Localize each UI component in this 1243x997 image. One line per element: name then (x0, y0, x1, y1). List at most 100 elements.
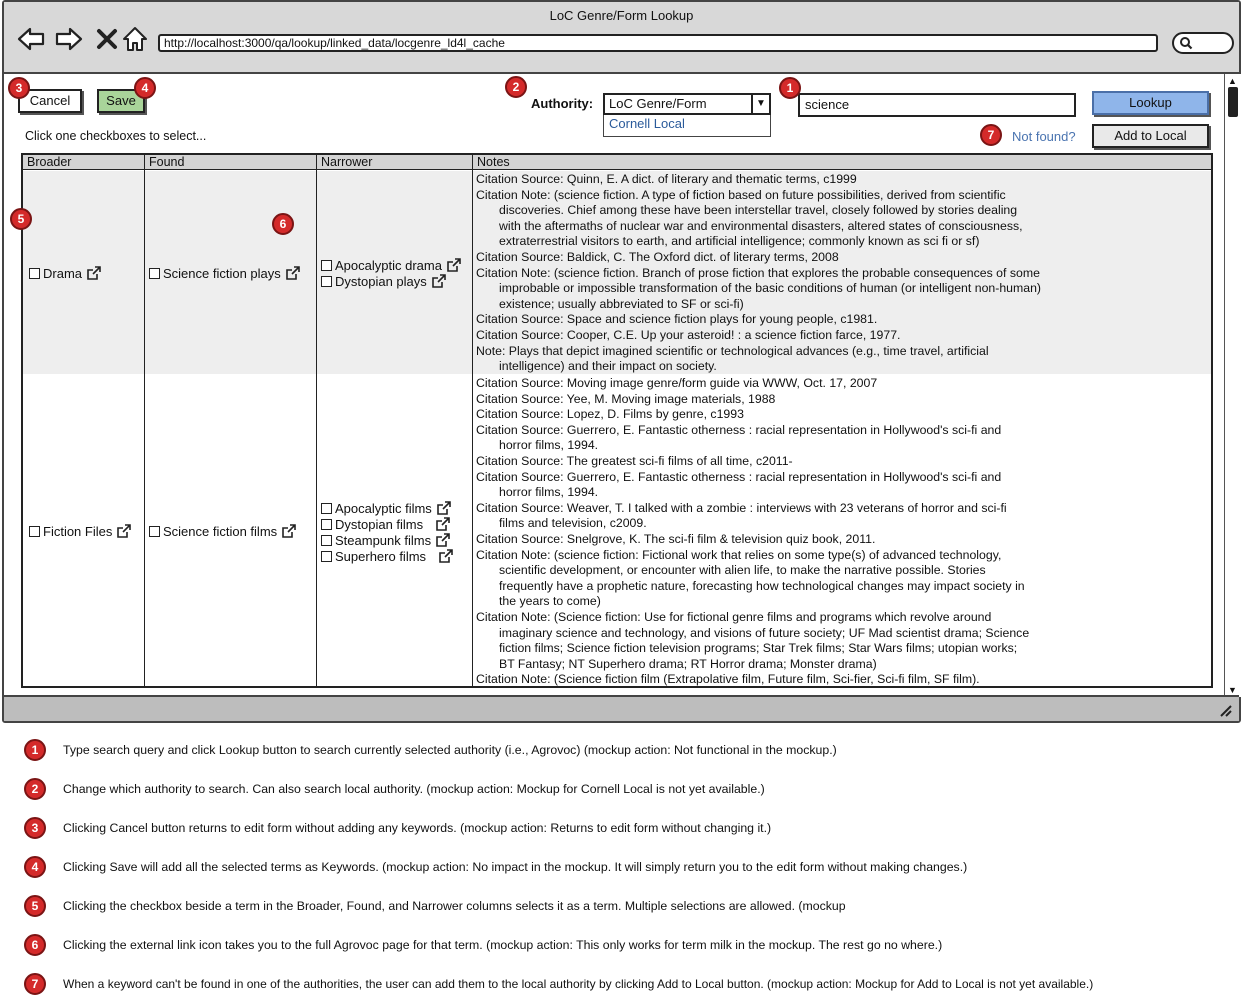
scroll-up-icon[interactable]: ▲ (1228, 76, 1237, 86)
note-line: fiction films; Science fiction televisio… (499, 641, 1018, 656)
legend-item: 1 Type search query and click Lookup but… (24, 738, 837, 762)
term-label: Dystopian films (335, 516, 424, 532)
note-line: Citation Source: Guerrero, E. Fantastic … (476, 469, 1002, 484)
add-to-local-button[interactable]: Add to Local (1092, 124, 1209, 148)
scroll-down-icon[interactable]: ▼ (1228, 685, 1237, 695)
external-link-icon[interactable] (446, 257, 462, 273)
note-line: Citation Source: Lopez, D. Films by genr… (476, 407, 744, 422)
scrollbar-thumb[interactable] (1228, 87, 1238, 117)
note-line: BT Fantasy; NT Superhero drama; RT Horro… (499, 656, 877, 671)
instruction-text: Click one checkboxes to select... (25, 129, 207, 143)
note-line: discoveries. Chief among these have been… (499, 203, 1018, 218)
external-link-icon[interactable] (86, 265, 102, 281)
external-link-icon[interactable] (285, 265, 301, 281)
window-title: LoC Genre/Form Lookup (549, 8, 694, 23)
legend-badge: 4 (24, 856, 46, 878)
checkbox[interactable] (149, 525, 160, 537)
external-link-icon[interactable] (431, 273, 447, 289)
note-line: extraterrestrial visitors to earth, and … (499, 234, 980, 249)
external-link-icon[interactable] (436, 500, 452, 516)
browser-window: LoC Genre/Form Lookup http://localhost:3… (2, 0, 1241, 723)
annotation-badge-7: 7 (980, 124, 1002, 146)
narrower-term[interactable]: Apocalyptic drama (321, 257, 462, 273)
narrower-term[interactable]: Steampunk films (321, 532, 451, 548)
broader-term[interactable]: Fiction Files (29, 523, 132, 539)
term-label: Dystopian plays (335, 273, 427, 289)
note-line: Citation Source: Weaver, T. I talked wit… (476, 500, 1007, 515)
checkbox[interactable] (321, 534, 332, 546)
note-line: Citation Note: (Science fiction: Use for… (476, 609, 992, 624)
column-header-found: Found (145, 155, 316, 170)
external-link-icon[interactable] (435, 516, 451, 532)
term-label: Steampunk films (335, 532, 432, 548)
annotation-badge-6: 6 (272, 213, 294, 235)
note-line: Citation Source: Space and science ficti… (476, 312, 878, 327)
note-line: existence; usually abbreviated to SF or … (499, 296, 744, 311)
term-label: Apocalyptic drama (335, 257, 442, 273)
legend-text: Type search query and click Lookup butto… (63, 743, 837, 757)
note-line: Citation Note: (science fiction. Branch … (476, 265, 1040, 280)
browser-search-field[interactable] (1172, 32, 1234, 54)
note-line: Citation Source: Moving image genre/form… (476, 376, 878, 390)
found-term[interactable]: Science fiction films (149, 523, 297, 539)
annotation-badge-1: 1 (779, 77, 801, 99)
legend-badge: 5 (24, 895, 46, 917)
external-link-icon[interactable] (116, 523, 132, 539)
column-header-narrower: Narrower (317, 155, 472, 170)
search-input[interactable]: science (798, 93, 1076, 117)
legend-text: Change which authority to search. Can al… (63, 782, 765, 796)
narrower-term[interactable]: Dystopian plays (321, 273, 447, 289)
legend-item: 7 When a keyword can't be found in one o… (24, 972, 1093, 996)
note-line: frequently have a prophetic nature, fore… (499, 578, 1025, 593)
term-label: Superhero films (335, 548, 427, 564)
term-label: Drama (43, 265, 83, 281)
authority-select[interactable]: LoC Genre/Form ▼ (603, 93, 771, 115)
external-link-icon[interactable] (435, 532, 451, 548)
legend-text: Clicking Save will add all the selected … (63, 860, 968, 874)
checkbox[interactable] (29, 267, 40, 279)
checkbox[interactable] (149, 267, 160, 279)
column-divider (472, 155, 473, 686)
home-icon[interactable] (120, 24, 150, 54)
note-line: Citation Note: (Science fiction film (Ex… (476, 672, 980, 687)
back-icon[interactable] (16, 24, 46, 54)
resize-grip-icon[interactable] (1217, 702, 1233, 718)
note-line: Citation Source: Baldick, C. The Oxford … (476, 249, 839, 264)
column-divider (316, 155, 317, 686)
checkbox[interactable] (321, 502, 332, 514)
note-line: Citation Source: Cooper, C.E. Up your as… (476, 327, 901, 342)
narrower-term[interactable]: Superhero films (321, 548, 454, 564)
legend-text: Clicking Cancel button returns to edit f… (63, 821, 772, 835)
authority-option-cornell-local[interactable]: Cornell Local (603, 115, 771, 137)
note-line: Note: Plays that depict imagined scienti… (476, 343, 989, 358)
annotation-badge-2: 2 (505, 76, 527, 98)
annotation-badge-4: 4 (134, 77, 156, 99)
annotation-badge-5: 5 (10, 208, 32, 230)
note-line: intelligence) and their impact on societ… (499, 359, 717, 374)
authority-selected-value: LoC Genre/Form (609, 96, 707, 111)
checkbox[interactable] (321, 275, 332, 287)
note-line: scientific development, or encounter wit… (499, 563, 986, 578)
checkbox[interactable] (321, 518, 332, 530)
checkbox[interactable] (29, 525, 40, 537)
notes-cell: Citation Source: Moving image genre/form… (476, 376, 1211, 687)
vertical-scrollbar[interactable]: ▲ ▼ (1224, 74, 1241, 697)
note-line: Citation Source: Yee, M. Moving image ma… (476, 391, 776, 406)
checkbox[interactable] (321, 259, 332, 271)
not-found-link[interactable]: Not found? (1012, 129, 1076, 144)
narrower-term[interactable]: Dystopian films (321, 516, 451, 532)
authority-label: Authority: (531, 96, 594, 111)
narrower-term[interactable]: Apocalyptic films (321, 500, 452, 516)
lookup-button[interactable]: Lookup (1092, 91, 1209, 115)
broader-term[interactable]: Drama (29, 265, 102, 281)
legend-item: 5 Clicking the checkbox beside a term in… (24, 894, 846, 918)
found-term[interactable]: Science fiction plays (149, 265, 301, 281)
external-link-icon[interactable] (281, 523, 297, 539)
stop-icon[interactable] (92, 24, 122, 54)
address-bar[interactable]: http://localhost:3000/qa/lookup/linked_d… (158, 34, 1158, 52)
forward-icon[interactable] (54, 24, 84, 54)
external-link-icon[interactable] (438, 548, 454, 564)
checkbox[interactable] (321, 550, 332, 562)
column-divider (144, 155, 145, 686)
chevron-down-icon[interactable]: ▼ (751, 95, 769, 113)
